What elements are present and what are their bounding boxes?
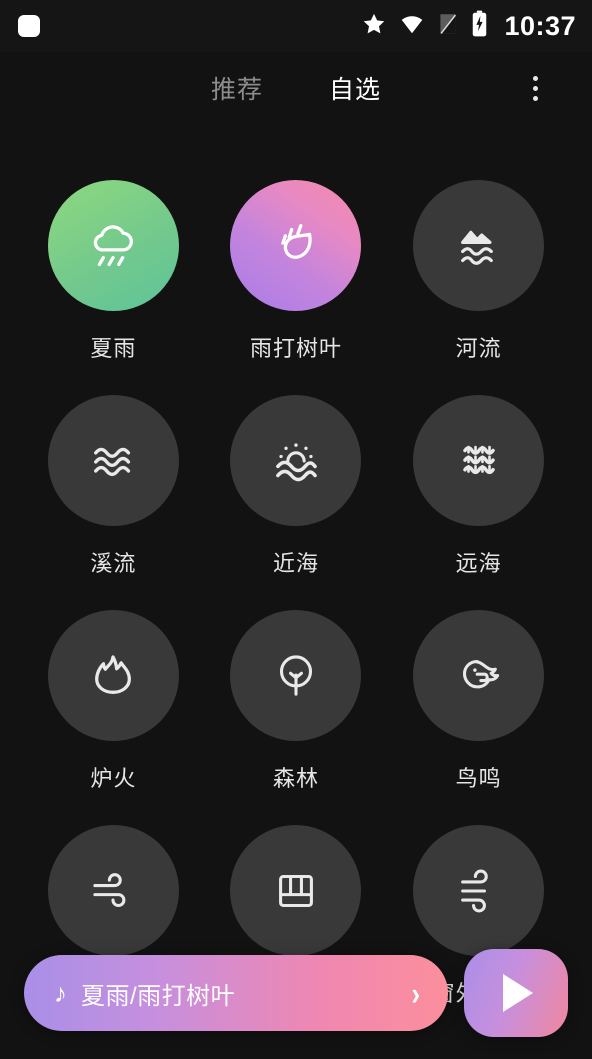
sound-item-fireplace[interactable]: 炉火 [22, 610, 205, 793]
tab-recommended[interactable]: 推荐 [209, 66, 265, 110]
tab-custom[interactable]: 自选 [327, 66, 383, 110]
kebab-dot [532, 95, 538, 101]
sound-disc [47, 610, 179, 741]
rounded-square-notification-icon [18, 15, 40, 37]
top-tab-bar: 推荐 自选 [0, 52, 592, 124]
kebab-dot [532, 75, 538, 81]
sound-disc [230, 395, 362, 526]
sound-label: 远海 [455, 551, 502, 576]
tree-icon [279, 654, 313, 696]
sun-sea-icon [276, 442, 317, 481]
leaf-rain-icon [281, 223, 312, 259]
sound-label: 近海 [272, 551, 319, 576]
battery-charging-icon [471, 10, 488, 42]
sound-item-forest[interactable]: 森林 [205, 610, 388, 793]
sound-disc [230, 610, 362, 741]
bird-icon [462, 659, 499, 688]
kebab-menu-icon[interactable] [520, 71, 550, 105]
chevron-right-icon[interactable]: › [411, 977, 420, 1010]
status-bar-right: 10:37 [361, 10, 576, 42]
sound-disc [230, 825, 362, 956]
wind-icon [93, 872, 126, 907]
sound-grid: 夏雨 雨打树叶 河流 溪流 近海 远海 炉火 森林 鸟鸣 [0, 124, 592, 1008]
deep-waves-icon [462, 445, 495, 474]
music-note-icon: ♪ [54, 978, 67, 1008]
sound-label: 雨打树叶 [249, 336, 342, 361]
sound-item-birdsong[interactable]: 鸟鸣 [387, 610, 570, 793]
sound-item-far-sea[interactable]: 远海 [387, 395, 570, 578]
sound-label: 森林 [272, 766, 319, 791]
sound-item-stream[interactable]: 溪流 [22, 395, 205, 578]
tab-list: 推荐 自选 [209, 66, 383, 110]
status-bar: 10:37 [0, 0, 592, 52]
sound-label: 炉火 [90, 766, 137, 791]
star-icon [361, 11, 387, 42]
breeze-icon [460, 869, 488, 912]
status-bar-clock: 10:37 [504, 10, 576, 41]
sound-label: 鸟鸣 [455, 766, 502, 791]
sound-disc [413, 610, 545, 741]
sound-label: 河流 [455, 336, 502, 361]
sound-disc [413, 825, 545, 956]
sim-no-signal-icon [437, 11, 459, 42]
player-bar: ♪ 夏雨/雨打树叶 › [0, 949, 592, 1037]
status-bar-left [18, 15, 40, 37]
sound-item-river[interactable]: 河流 [387, 180, 570, 363]
sound-disc [413, 395, 545, 526]
sound-disc [47, 395, 179, 526]
now-playing-pill[interactable]: ♪ 夏雨/雨打树叶 › [24, 955, 448, 1031]
sound-item-near-sea[interactable]: 近海 [205, 395, 388, 578]
sound-label: 溪流 [90, 551, 137, 576]
sound-item-rain-on-leaves[interactable]: 雨打树叶 [205, 180, 388, 363]
flame-icon [95, 654, 132, 694]
river-icon [460, 230, 493, 265]
play-icon [503, 974, 533, 1012]
play-button[interactable] [464, 949, 568, 1037]
wifi-icon [399, 11, 425, 42]
piano-icon [279, 874, 313, 907]
sound-label: 夏雨 [90, 336, 137, 361]
sound-disc [47, 825, 179, 956]
sound-disc [230, 180, 362, 311]
now-playing-title: 夏雨/雨打树叶 [81, 982, 236, 1010]
sound-item-summer-rain[interactable]: 夏雨 [22, 180, 205, 363]
sound-disc [413, 180, 545, 311]
kebab-dot [532, 85, 538, 91]
rain-cloud-icon [94, 224, 134, 266]
sound-disc [47, 180, 179, 311]
ripples-icon [94, 447, 131, 476]
